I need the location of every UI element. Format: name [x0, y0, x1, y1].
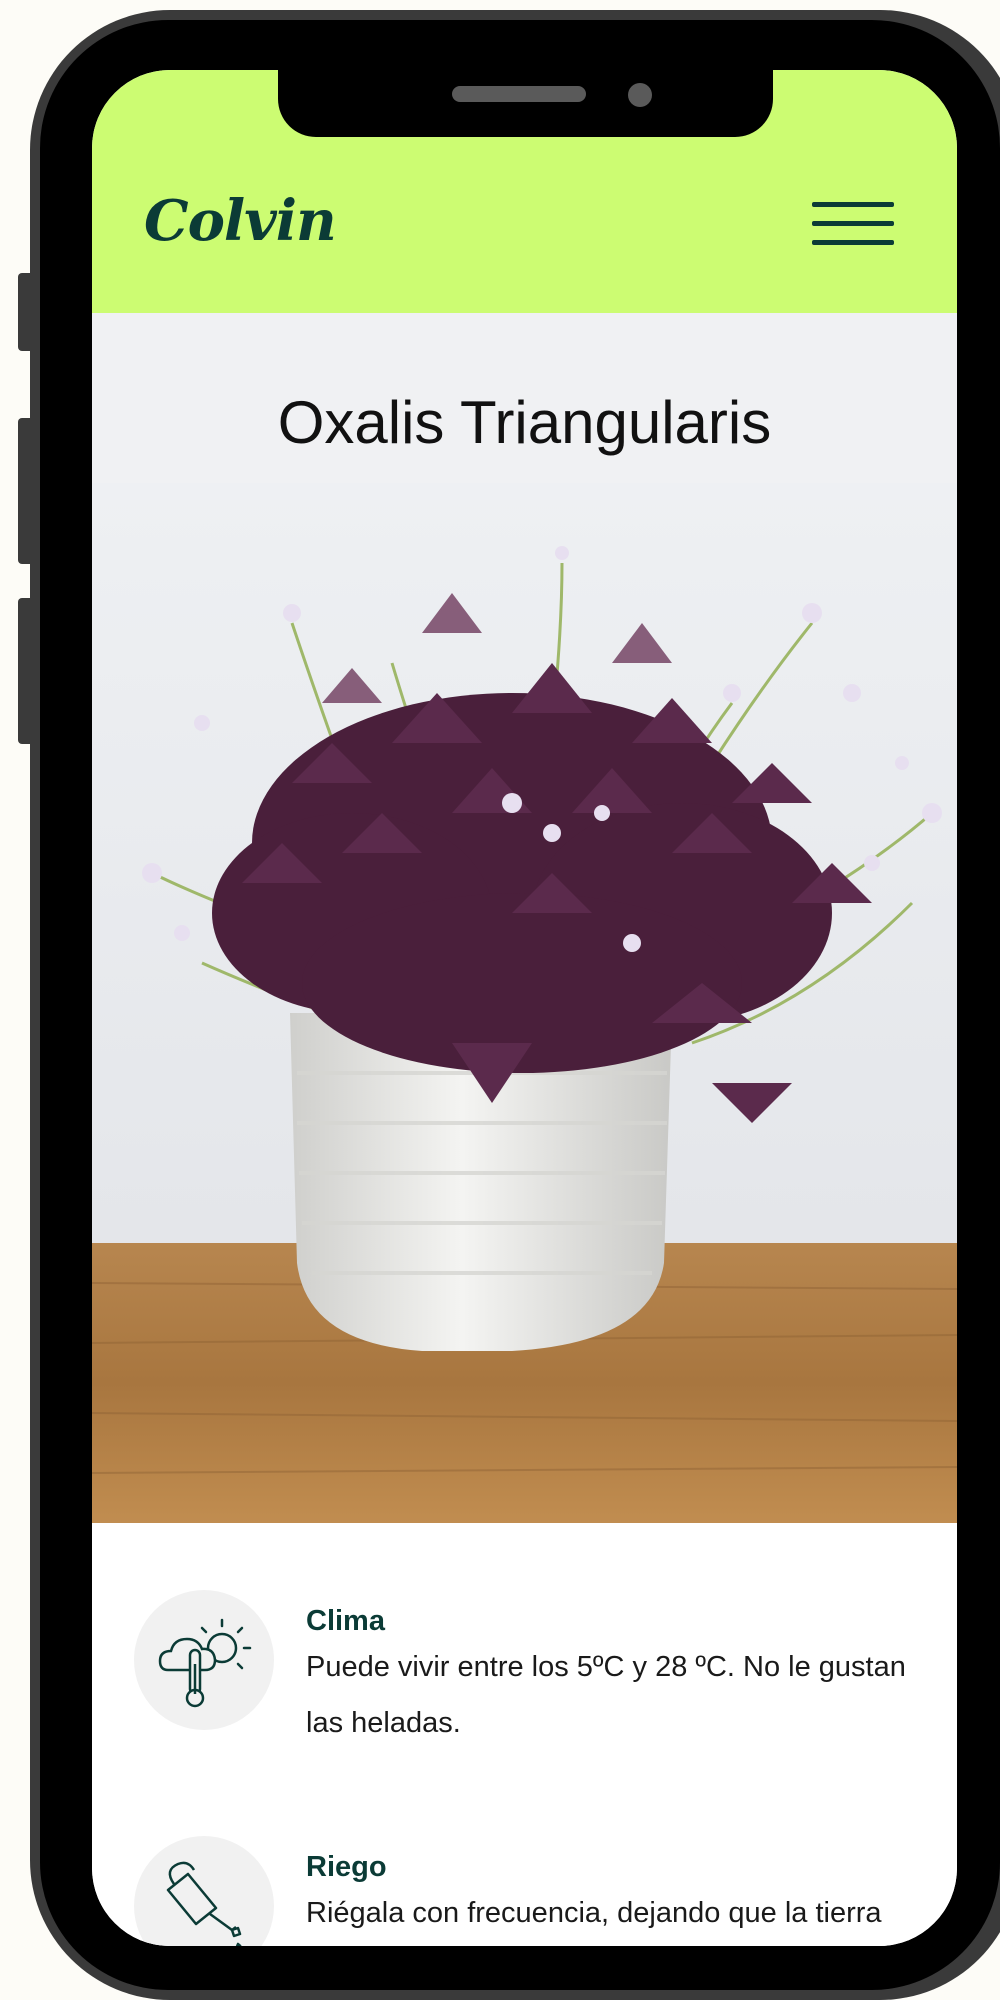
climate-thermometer-sun-icon [134, 1590, 274, 1730]
phone-notch [278, 70, 773, 137]
phone-screen: Colvin Oxalis Triangularis Clima Puede v… [92, 70, 957, 1946]
care-title: Riego [306, 1851, 387, 1883]
care-text: Puede vivir entre los 5ºC y 28 ºC. No le… [306, 1651, 906, 1739]
hamburger-menu-icon[interactable] [812, 202, 894, 246]
mute-switch [18, 273, 34, 351]
care-list: Clima Puede vivir entre los 5ºC y 28 ºC.… [92, 1523, 957, 1946]
plant-photo [92, 483, 957, 1523]
volume-down-button [18, 598, 34, 744]
brand-logo[interactable]: Colvin [144, 188, 337, 254]
volume-up-button [18, 418, 34, 564]
care-title: Clima [306, 1605, 385, 1637]
watering-can-icon [134, 1836, 274, 1946]
page-title: Oxalis Triangularis [277, 389, 772, 456]
care-text: Riégala con frecuencia, dejando que la t… [306, 1897, 882, 1929]
front-camera [628, 83, 652, 107]
speaker-grille [452, 86, 586, 102]
